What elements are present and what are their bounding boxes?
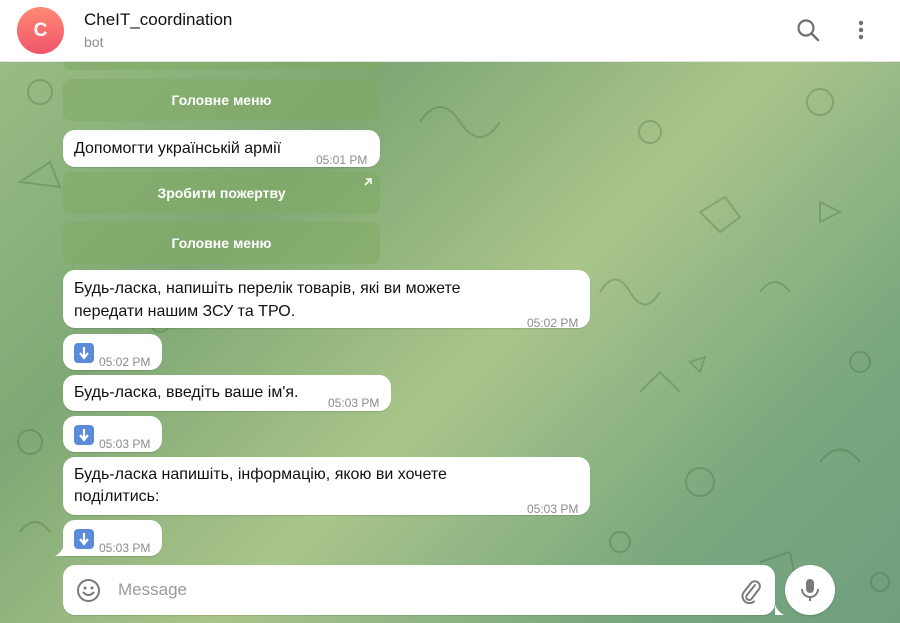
message-time: 05:01 PM: [316, 153, 368, 167]
message-time: 05:03 PM: [99, 541, 151, 555]
keyboard-button-partial[interactable]: [63, 62, 380, 70]
message-text-line2: поділитись:: [74, 488, 160, 505]
download-arrow-icon[interactable]: [74, 529, 94, 549]
donate-button[interactable]: Зробити пожертву: [63, 172, 380, 214]
chat-title[interactable]: CheIT_coordination: [84, 10, 232, 30]
search-icon[interactable]: [795, 17, 821, 43]
main-menu-button[interactable]: Головне меню: [63, 79, 380, 121]
download-arrow-icon[interactable]: [74, 343, 94, 363]
microphone-button[interactable]: [785, 565, 835, 615]
file-message[interactable]: 05:03 PM: [63, 520, 162, 556]
message-text-line1: Будь-ласка напишіть, інформацію, якою ви…: [74, 466, 447, 483]
file-message[interactable]: 05:02 PM: [63, 334, 162, 370]
message-time: 05:03 PM: [99, 437, 151, 451]
composer-tail: [775, 605, 784, 615]
message-time: 05:02 PM: [99, 355, 151, 369]
message-input[interactable]: [118, 578, 698, 602]
main-menu-button-label: Головне меню: [171, 235, 272, 251]
message-composer: [63, 565, 775, 615]
download-arrow-icon[interactable]: [74, 425, 94, 445]
more-vertical-icon[interactable]: [848, 17, 874, 43]
message-time: 05:03 PM: [328, 396, 380, 410]
message-time: 05:03 PM: [527, 502, 579, 516]
external-link-icon: [364, 178, 372, 186]
message-text-line2: передати нашим ЗСУ та ТРО.: [74, 303, 296, 320]
message-bubble[interactable]: Будь-ласка, напишіть перелік товарів, як…: [63, 270, 590, 330]
emoji-smile-icon[interactable]: [76, 578, 101, 603]
message-bubble[interactable]: Допомогти українській армії 05:01 PM: [63, 130, 380, 167]
chat-subtitle: bot: [84, 34, 104, 50]
paperclip-icon[interactable]: [739, 578, 763, 604]
main-menu-button-label: Головне меню: [171, 92, 272, 108]
message-bubble[interactable]: Будь-ласка, введіть ваше ім'я. 05:03 PM: [63, 375, 391, 411]
message-time: 05:02 PM: [527, 316, 579, 330]
message-text-line1: Будь-ласка, напишіть перелік товарів, як…: [74, 280, 461, 297]
microphone-icon: [801, 579, 819, 601]
message-text: Допомогти українській армії: [74, 140, 282, 157]
bubble-tail: [55, 546, 64, 556]
message-text: Будь-ласка, введіть ваше ім'я.: [74, 384, 299, 401]
chat-header: C CheIT_coordination bot: [0, 0, 900, 62]
main-menu-button[interactable]: Головне меню: [63, 222, 380, 264]
avatar[interactable]: C: [17, 7, 64, 54]
donate-button-label: Зробити пожертву: [157, 185, 286, 201]
file-message[interactable]: 05:03 PM: [63, 416, 162, 452]
message-bubble[interactable]: Будь-ласка напишіть, інформацію, якою ви…: [63, 457, 590, 516]
